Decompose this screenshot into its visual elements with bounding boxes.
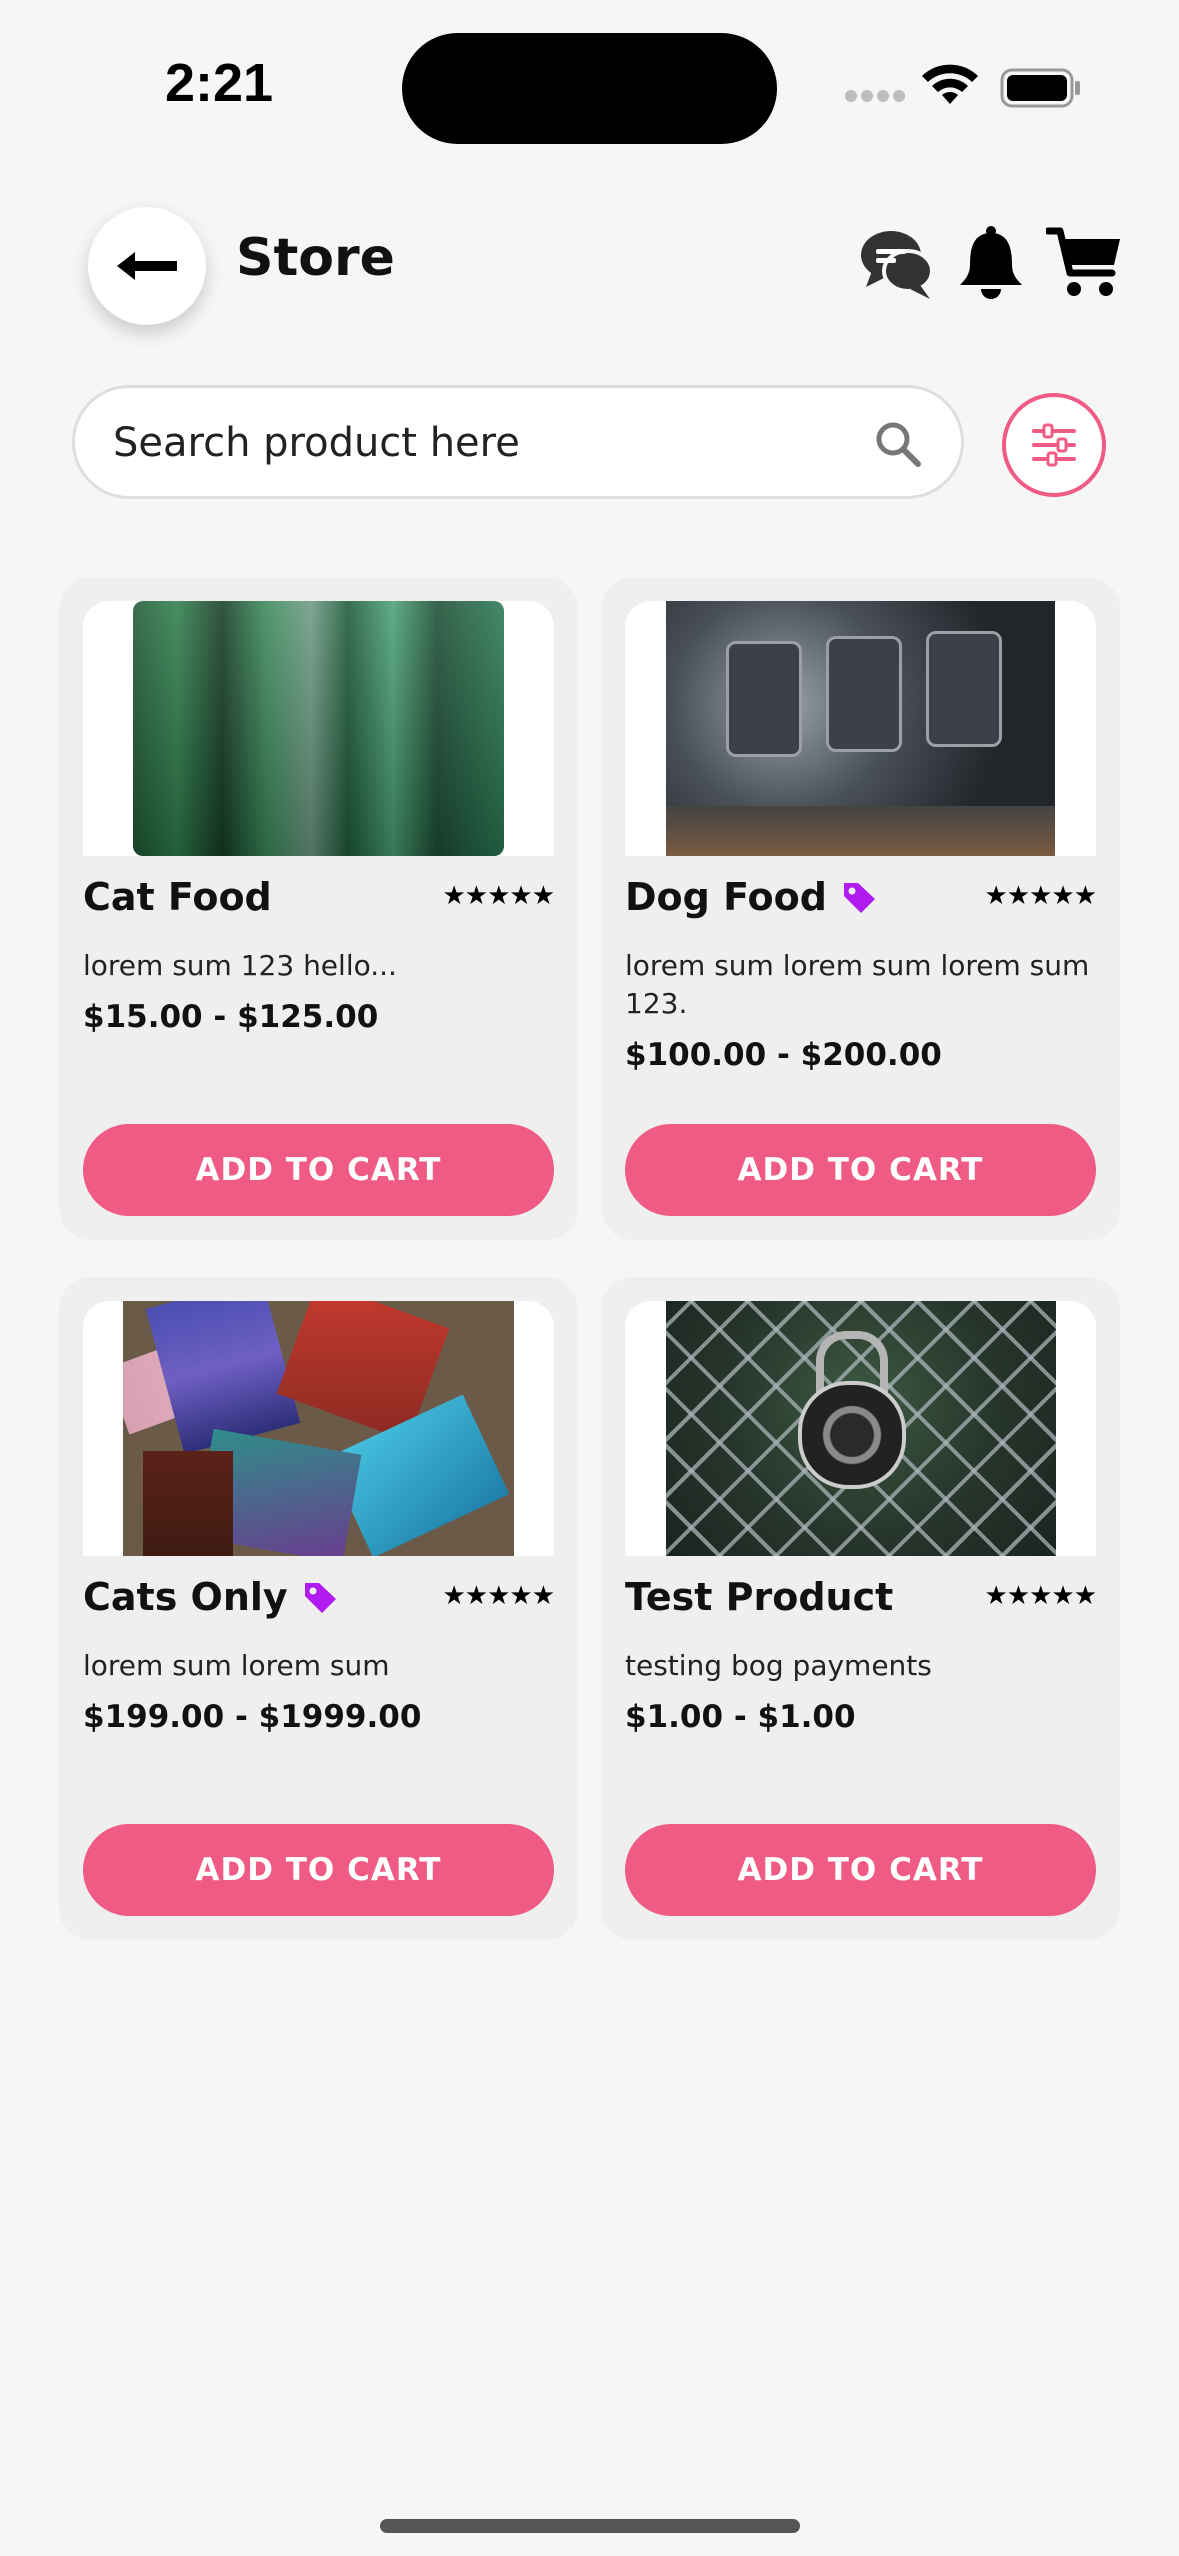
wifi-icon <box>922 64 978 104</box>
dynamic-island <box>402 33 777 144</box>
home-indicator[interactable] <box>380 2519 800 2533</box>
product-description: lorem sum lorem sum <box>83 1649 390 1682</box>
chat-icon[interactable] <box>858 225 934 301</box>
rating-stars: ★★★★★ <box>442 881 555 911</box>
tag-icon <box>304 1583 336 1613</box>
product-card-cat-food[interactable]: Cat Food ★★★★★ lorem sum 123 hello... $1… <box>59 577 578 1240</box>
add-to-cart-button[interactable]: ADD TO CART <box>625 1824 1096 1916</box>
back-arrow-icon <box>117 252 177 280</box>
tag-icon <box>843 883 875 913</box>
product-title-text: Test Product <box>625 1575 894 1619</box>
status-time: 2:21 <box>165 53 274 113</box>
product-title: Cats Only <box>83 1575 338 1619</box>
product-title: Test Product <box>625 1575 893 1619</box>
search-bar <box>72 385 964 499</box>
product-image[interactable] <box>625 601 1096 856</box>
rating-stars: ★★★★★ <box>984 1581 1097 1611</box>
product-image[interactable] <box>625 1301 1096 1556</box>
product-price: $1.00 - $1.00 <box>625 1699 856 1735</box>
product-title-text: Dog Food <box>625 875 827 919</box>
product-price: $199.00 - $1999.00 <box>83 1699 422 1735</box>
product-image[interactable] <box>83 601 554 856</box>
search-icon[interactable] <box>875 421 921 467</box>
product-card-test-product[interactable]: Test Product ★★★★★ testing bog payments … <box>601 1277 1120 1940</box>
product-price: $100.00 - $200.00 <box>625 1037 942 1073</box>
bell-icon[interactable] <box>958 225 1024 301</box>
product-card-dog-food[interactable]: Dog Food ★★★★★ lorem sum lorem sum lorem… <box>601 577 1120 1240</box>
product-title: Dog Food <box>625 875 877 919</box>
add-to-cart-button[interactable]: ADD TO CART <box>83 1124 554 1216</box>
product-card-cats-only[interactable]: Cats Only ★★★★★ lorem sum lorem sum $199… <box>59 1277 578 1940</box>
rating-stars: ★★★★★ <box>984 881 1097 911</box>
product-description: testing bog payments <box>625 1649 932 1682</box>
product-description: lorem sum 123 hello... <box>83 949 397 982</box>
add-to-cart-button[interactable]: ADD TO CART <box>83 1824 554 1916</box>
search-input[interactable] <box>111 388 855 498</box>
back-button[interactable] <box>88 207 206 325</box>
rating-stars: ★★★★★ <box>442 1581 555 1611</box>
add-to-cart-button[interactable]: ADD TO CART <box>625 1124 1096 1216</box>
cart-icon[interactable] <box>1046 225 1122 301</box>
filter-sliders-icon <box>1032 423 1076 467</box>
battery-icon <box>1000 68 1080 108</box>
product-title-text: Cats Only <box>83 1575 288 1619</box>
filter-button[interactable] <box>1002 393 1106 497</box>
product-price: $15.00 - $125.00 <box>83 999 379 1035</box>
product-image[interactable] <box>83 1301 554 1556</box>
page-title: Store <box>236 228 395 288</box>
cellular-signal-icon <box>845 90 905 104</box>
status-bar: 2:21 <box>0 0 1179 175</box>
product-description: lorem sum lorem sum lorem sum 123. <box>625 949 1090 1020</box>
product-title: Cat Food <box>83 875 272 919</box>
product-title-text: Cat Food <box>83 875 272 919</box>
